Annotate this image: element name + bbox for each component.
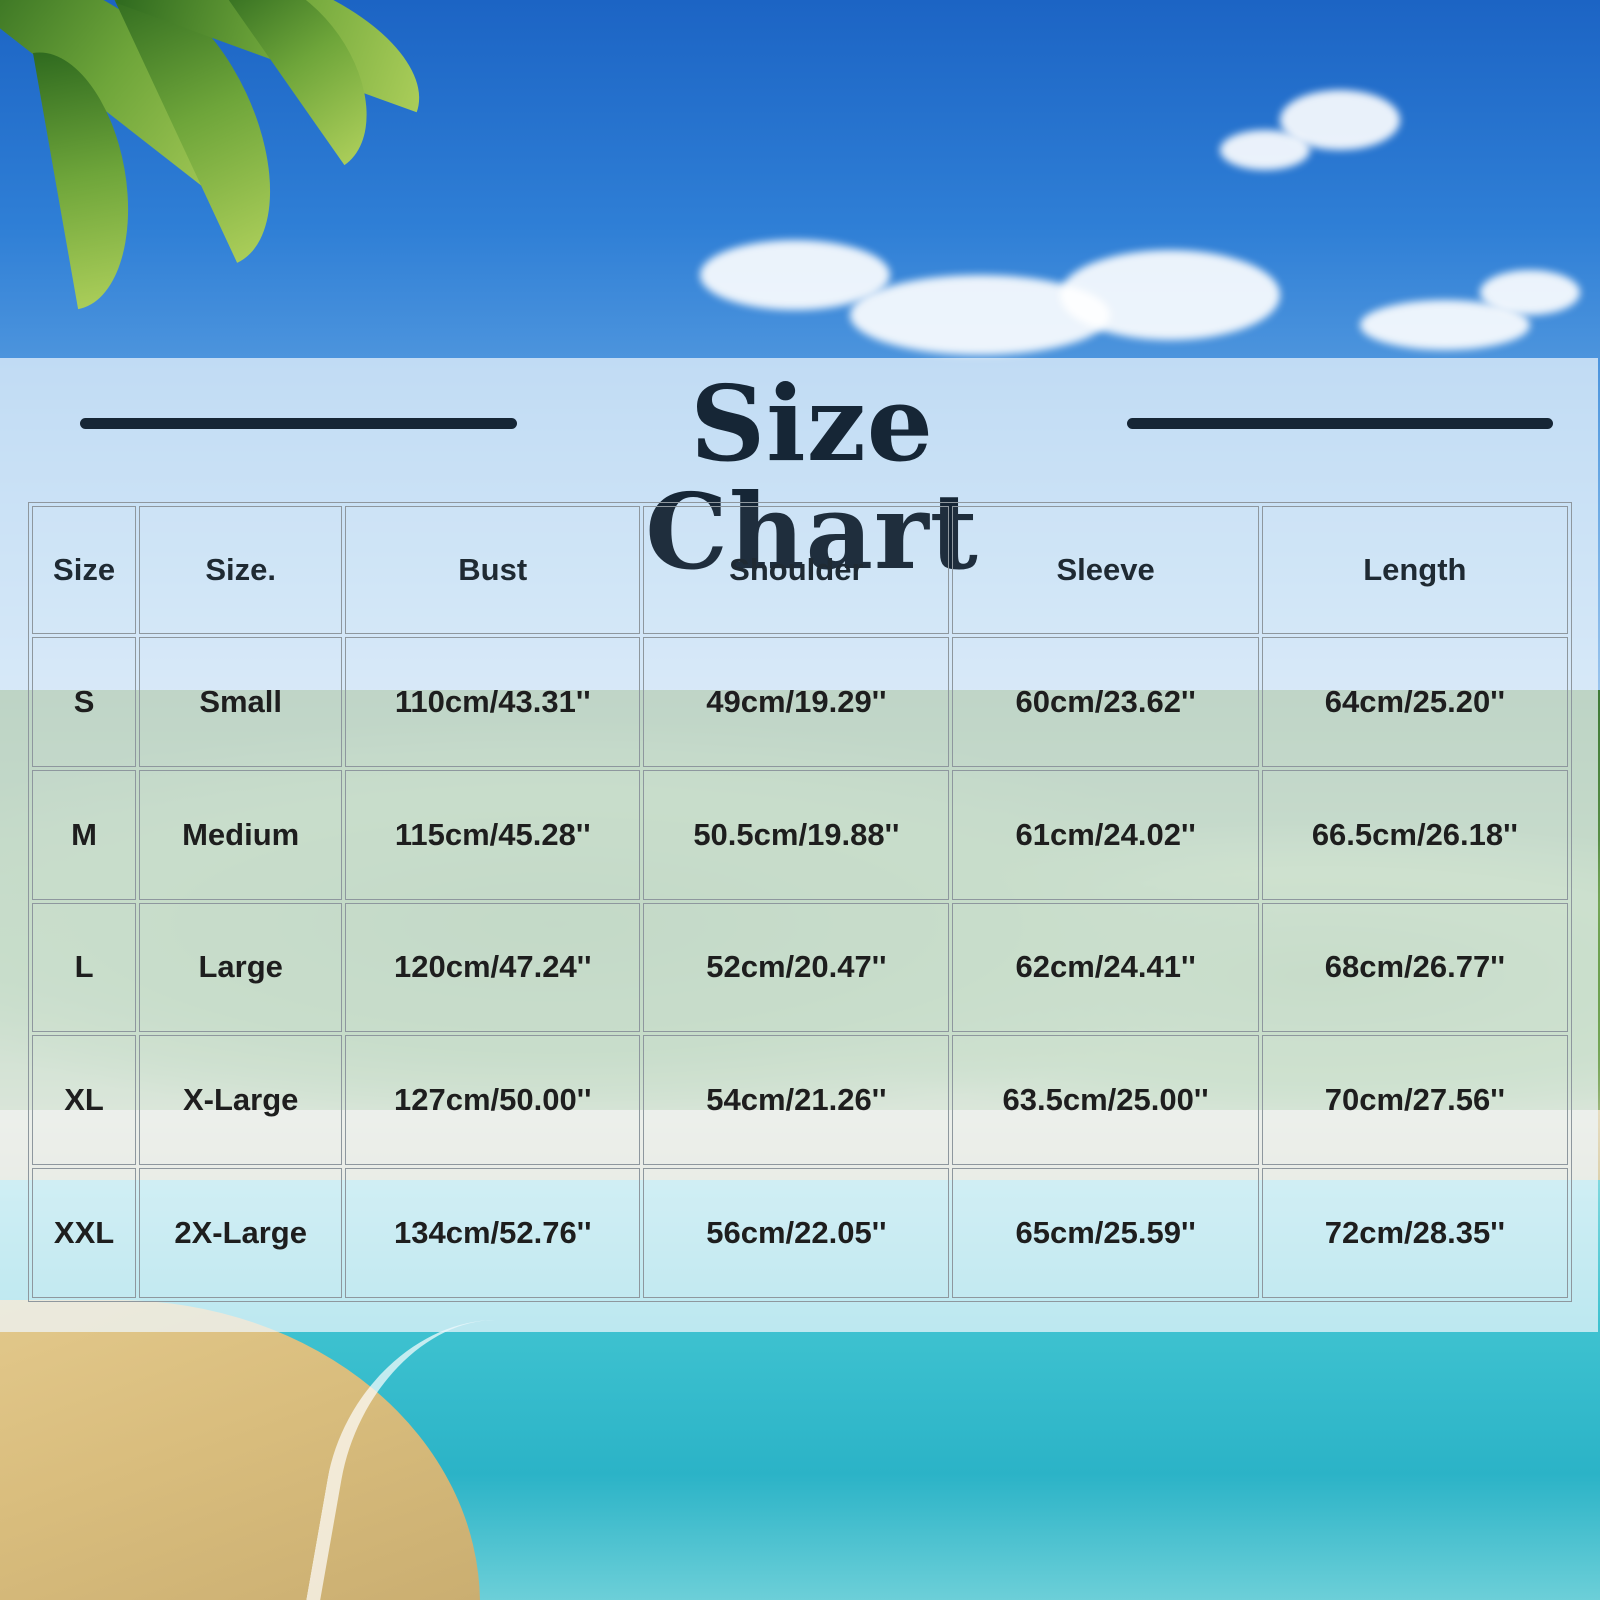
cell-shoulder: 52cm/20.47'' (643, 902, 950, 1033)
header-sleeve: Sleeve (952, 506, 1259, 634)
cell-size: XXL (32, 1168, 137, 1298)
header-shoulder: Shoulder (643, 506, 950, 634)
header-length: Length (1261, 506, 1568, 634)
cell-shoulder: 56cm/22.05'' (643, 1168, 950, 1298)
cell-length: 64cm/25.20'' (1261, 637, 1568, 767)
cell-bust: 110cm/43.31'' (345, 637, 641, 767)
cell-length: 66.5cm/26.18'' (1261, 769, 1568, 900)
cell-size: XL (32, 1035, 137, 1166)
cloud (1480, 270, 1580, 315)
table-row: M Medium 115cm/45.28'' 50.5cm/19.88'' 61… (32, 769, 1568, 900)
cell-size-name: 2X-Large (139, 1168, 343, 1298)
cell-bust: 134cm/52.76'' (345, 1168, 641, 1298)
size-chart-table: Size Size. Bust Shoulder Sleeve Length S… (28, 502, 1572, 1302)
cell-shoulder: 50.5cm/19.88'' (643, 769, 950, 900)
header-bust: Bust (345, 506, 641, 634)
cell-size-name: Small (139, 637, 343, 767)
cloud (1060, 250, 1280, 340)
cell-sleeve: 62cm/24.41'' (952, 902, 1259, 1033)
cloud (1220, 130, 1310, 170)
cell-bust: 115cm/45.28'' (345, 769, 641, 900)
cell-shoulder: 49cm/19.29'' (643, 637, 950, 767)
cell-sleeve: 65cm/25.59'' (952, 1168, 1259, 1298)
cell-sleeve: 60cm/23.62'' (952, 637, 1259, 767)
cell-shoulder: 54cm/21.26'' (643, 1035, 950, 1166)
cell-sleeve: 61cm/24.02'' (952, 769, 1259, 900)
table-row: XL X-Large 127cm/50.00'' 54cm/21.26'' 63… (32, 1035, 1568, 1166)
cell-length: 72cm/28.35'' (1261, 1168, 1568, 1298)
cell-size-name: Large (139, 902, 343, 1033)
cell-size-name: X-Large (139, 1035, 343, 1166)
cell-length: 70cm/27.56'' (1261, 1035, 1568, 1166)
title-rule-left (80, 418, 517, 429)
header-size: Size (32, 506, 137, 634)
header-size-name: Size. (139, 506, 343, 634)
table-row: XXL 2X-Large 134cm/52.76'' 56cm/22.05'' … (32, 1168, 1568, 1298)
cell-length: 68cm/26.77'' (1261, 902, 1568, 1033)
cell-size: M (32, 769, 137, 900)
cell-size-name: Medium (139, 769, 343, 900)
title-row: Size Chart (0, 370, 1600, 586)
table-row: L Large 120cm/47.24'' 52cm/20.47'' 62cm/… (32, 902, 1568, 1033)
title-rule-right (1127, 418, 1553, 429)
table-row: S Small 110cm/43.31'' 49cm/19.29'' 60cm/… (32, 637, 1568, 767)
cell-bust: 127cm/50.00'' (345, 1035, 641, 1166)
cell-bust: 120cm/47.24'' (345, 902, 641, 1033)
cell-sleeve: 63.5cm/25.00'' (952, 1035, 1259, 1166)
cell-size: L (32, 902, 137, 1033)
cell-size: S (32, 637, 137, 767)
table-header-row: Size Size. Bust Shoulder Sleeve Length (32, 506, 1568, 634)
